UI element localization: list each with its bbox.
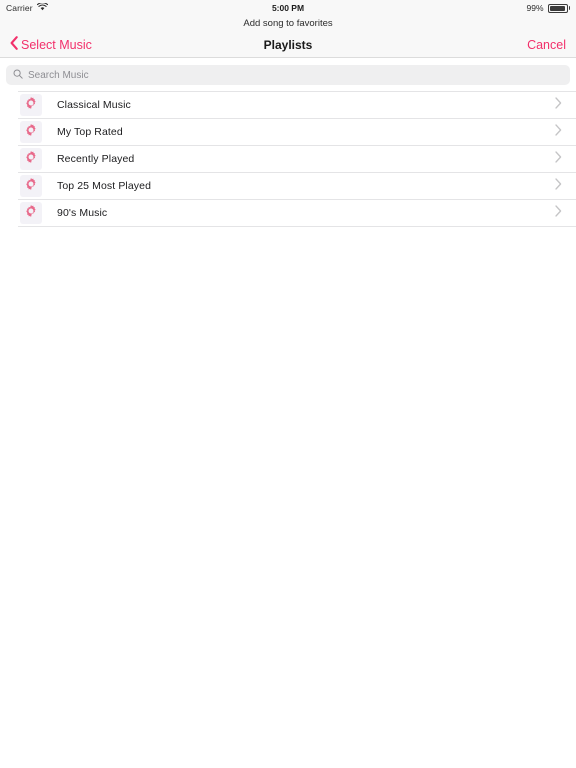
nav-bar-row: Select Music Playlists Cancel: [0, 32, 576, 58]
list-item-label: Recently Played: [57, 153, 135, 165]
wifi-icon: [36, 2, 48, 13]
chevron-right-icon: [555, 123, 562, 141]
playlist-icon-tile: [20, 94, 42, 116]
playlist-icon-tile: [20, 121, 42, 143]
battery-icon: [547, 3, 570, 13]
list-item-label: Classical Music: [57, 99, 131, 111]
back-button[interactable]: Select Music: [10, 36, 92, 53]
chevron-right-icon: [555, 96, 562, 114]
battery-cap: [568, 6, 570, 10]
list-item-label: My Top Rated: [57, 126, 123, 138]
gear-icon: [24, 96, 38, 115]
list-item[interactable]: Classical Music: [18, 92, 576, 119]
chevron-right-icon: [555, 204, 562, 222]
cancel-button[interactable]: Cancel: [527, 38, 566, 52]
back-button-label: Select Music: [21, 37, 92, 52]
playlist-icon-tile: [20, 175, 42, 197]
list-item[interactable]: 90's Music: [18, 200, 576, 227]
list-item[interactable]: My Top Rated: [18, 119, 576, 146]
search-input[interactable]: Search Music: [6, 65, 570, 85]
playlist-list: Classical Music My Top Rated Recently Pl…: [18, 91, 576, 227]
status-bar-left: Carrier: [6, 2, 48, 13]
list-item[interactable]: Top 25 Most Played: [18, 173, 576, 200]
list-item-label: Top 25 Most Played: [57, 180, 152, 192]
carrier-label: Carrier: [6, 3, 33, 13]
battery-body: [547, 3, 568, 13]
chevron-right-icon: [555, 177, 562, 195]
gear-icon: [24, 150, 38, 169]
list-item[interactable]: Recently Played: [18, 146, 576, 173]
gear-icon: [24, 123, 38, 142]
chevron-right-icon: [555, 150, 562, 168]
app-screen: Carrier 5:00 PM 99% Add song to favorite…: [0, 0, 576, 768]
battery-fill: [549, 5, 566, 11]
playlist-icon-tile: [20, 202, 42, 224]
search-placeholder: Search Music: [28, 69, 89, 81]
navigation-bar: Add song to favorites Select Music Playl…: [0, 16, 576, 58]
status-bar-time: 5:00 PM: [271, 3, 305, 13]
search-bar-container: Search Music: [0, 58, 576, 91]
chevron-left-icon: [10, 36, 18, 53]
battery-percent-label: 99%: [526, 3, 544, 13]
list-item-label: 90's Music: [57, 207, 108, 219]
status-bar: Carrier 5:00 PM 99%: [0, 0, 576, 16]
search-icon: [13, 66, 23, 84]
playlist-icon-tile: [20, 148, 42, 170]
gear-icon: [24, 177, 38, 196]
nav-prompt: Add song to favorites: [243, 18, 333, 29]
gear-icon: [24, 204, 38, 223]
status-bar-right: 99%: [526, 3, 570, 13]
